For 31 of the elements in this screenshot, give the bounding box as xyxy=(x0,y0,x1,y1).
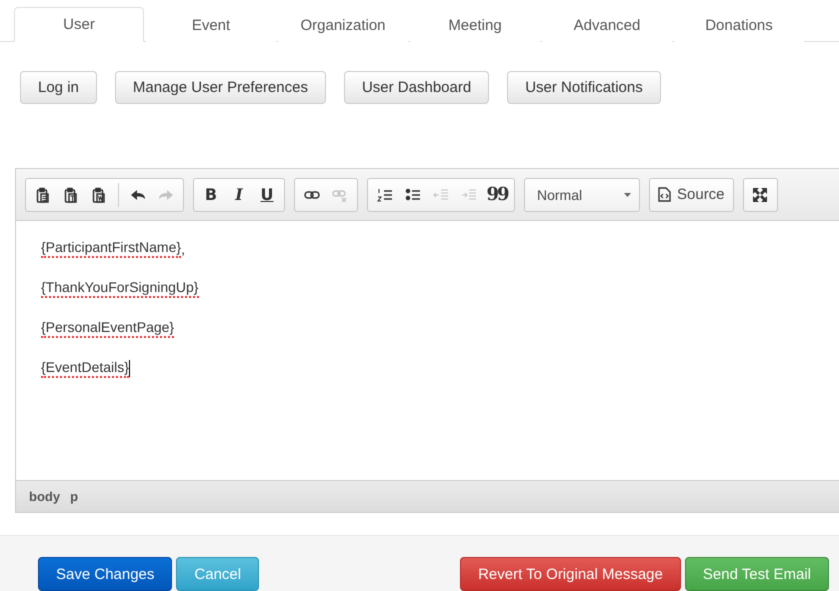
quote-button[interactable]: 99 xyxy=(484,182,510,206)
indent-icon xyxy=(461,186,477,202)
clipboard-icon xyxy=(35,186,51,202)
action-button[interactable]: User Notifications xyxy=(507,71,661,104)
underline-button[interactable]: U xyxy=(254,182,280,206)
comma-text: , xyxy=(181,240,185,256)
bold-button[interactable]: B xyxy=(198,182,224,206)
footer-button[interactable]: Revert To Original Message xyxy=(460,557,681,591)
template-text: {PersonalEventPage} xyxy=(41,319,174,338)
element-path-item[interactable]: body xyxy=(29,489,60,504)
format-dropdown[interactable]: Normal xyxy=(524,178,640,212)
caret-icon xyxy=(624,192,631,196)
template-text: {ThankYouForSigningUp} xyxy=(41,279,198,298)
italic-button[interactable]: I xyxy=(226,182,252,206)
document-code-icon xyxy=(658,187,671,202)
maximize-button[interactable] xyxy=(742,178,778,212)
outdent-icon xyxy=(433,186,449,202)
action-button[interactable]: User Dashboard xyxy=(344,71,490,104)
footer-button[interactable]: Save Changes xyxy=(38,557,172,591)
clipboard-word-icon xyxy=(91,186,107,202)
action-button[interactable]: Log in xyxy=(20,71,97,104)
numbered-list-icon xyxy=(377,186,393,202)
maximize-icon xyxy=(752,186,768,202)
action-button[interactable]: Manage User Preferences xyxy=(114,71,326,104)
template-text: {ParticipantFirstName} xyxy=(41,239,182,258)
tab[interactable]: User xyxy=(14,7,144,42)
clipboard-text-icon xyxy=(63,186,79,202)
text-cursor xyxy=(128,360,130,377)
element-path-item[interactable]: p xyxy=(70,489,78,504)
source-button[interactable]: Source xyxy=(649,178,734,212)
bulleted-list-icon xyxy=(405,186,421,202)
